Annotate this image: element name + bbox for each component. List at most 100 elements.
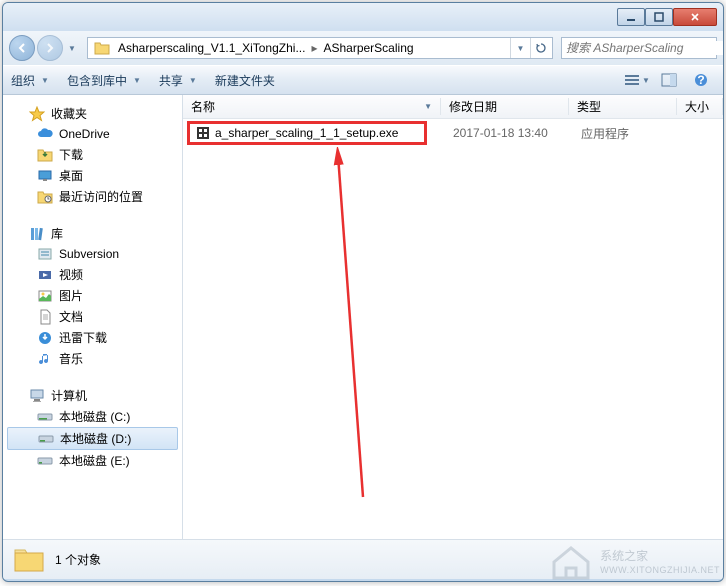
desktop-icon [37,168,53,184]
recent-icon [37,189,53,205]
xunlei-icon [37,330,53,346]
chevron-down-icon: ▼ [642,76,650,85]
sidebar-item-drive-e[interactable]: 本地磁盘 (E:) [3,450,182,471]
refresh-button[interactable] [530,38,550,58]
document-icon [37,309,53,325]
libraries-label: 库 [51,225,63,242]
sidebar-item-recent[interactable]: 最近访问的位置 [3,186,182,207]
sidebar-item-label: 文档 [59,308,83,325]
column-label: 名称 [191,98,215,115]
column-headers: 名称 ▼ 修改日期 类型 大小 [183,95,723,119]
sidebar-item-xunlei[interactable]: 迅雷下载 [3,327,182,348]
chevron-down-icon: ▼ [133,76,141,85]
sidebar-item-onedrive[interactable]: OneDrive [3,124,182,144]
nav-arrows: ▼ [9,35,79,61]
maximize-button[interactable] [645,8,673,26]
organize-menu[interactable]: 组织▼ [11,72,49,89]
toolbar: 组织▼ 包含到库中 ▼ 共享 ▼ 新建文件夹 ▼ ? [3,65,723,95]
breadcrumb-item[interactable]: ASharperScaling [319,41,417,55]
drive-icon [37,409,53,425]
file-type: 应用程序 [581,125,629,142]
sidebar-item-label: Subversion [59,247,119,261]
file-list-area: 名称 ▼ 修改日期 类型 大小 a_sharper_scaling_1_1_set… [183,95,723,539]
sidebar-item-label: 本地磁盘 (D:) [60,430,131,447]
body: 收藏夹 OneDrive 下载 桌面 最近访问的位置 库 Subversion … [3,95,723,539]
sidebar-item-desktop[interactable]: 桌面 [3,165,182,186]
include-label: 包含到库中 [67,72,127,89]
download-icon [37,147,53,163]
favorites-header[interactable]: 收藏夹 [3,103,182,124]
sidebar-item-label: 迅雷下载 [59,329,107,346]
exe-icon [195,125,211,141]
sidebar-item-label: 本地磁盘 (C:) [59,408,130,425]
sidebar-item-downloads[interactable]: 下载 [3,144,182,165]
close-button[interactable] [673,8,717,26]
search-input[interactable] [566,41,723,55]
column-date[interactable]: 修改日期 [441,98,569,115]
sidebar-item-pictures[interactable]: 图片 [3,285,182,306]
drive-icon [37,453,53,469]
chevron-right-icon[interactable]: ▸ [309,41,319,55]
breadcrumb-item[interactable]: Asharperscaling_V1.1_XiTongZhi... [114,41,309,55]
forward-button[interactable] [37,35,63,61]
file-date: 2017-01-18 13:40 [453,126,548,140]
annotation-arrow [333,147,373,507]
music-icon [37,351,53,367]
minimize-button[interactable] [617,8,645,26]
computer-label: 计算机 [51,387,87,404]
chevron-down-icon: ▼ [41,76,49,85]
file-row[interactable]: a_sharper_scaling_1_1_setup.exe 2017-01-… [183,123,723,143]
cloud-icon [37,126,53,142]
sidebar-item-music[interactable]: 音乐 [3,348,182,369]
include-library-menu[interactable]: 包含到库中 ▼ [67,72,141,89]
preview-pane-button[interactable] [655,69,683,91]
status-count: 1 个对象 [55,551,101,568]
explorer-window: ▼ Asharperscaling_V1.1_XiTongZhi... ▸ AS… [2,2,724,582]
sort-indicator: ▼ [424,102,432,111]
file-list[interactable]: a_sharper_scaling_1_1_setup.exe 2017-01-… [183,119,723,539]
libraries-header[interactable]: 库 [3,223,182,244]
sidebar-item-videos[interactable]: 视频 [3,264,182,285]
column-size[interactable]: 大小 [677,98,723,115]
address-dropdown[interactable]: ▼ [510,38,530,58]
sidebar-item-documents[interactable]: 文档 [3,306,182,327]
sidebar-item-drive-c[interactable]: 本地磁盘 (C:) [3,406,182,427]
favorites-label: 收藏夹 [51,105,87,122]
sidebar-item-label: OneDrive [59,127,110,141]
column-label: 类型 [577,98,601,115]
chevron-down-icon: ▼ [189,76,197,85]
library-icon [29,226,45,242]
column-type[interactable]: 类型 [569,98,677,115]
titlebar [3,3,723,31]
computer-header[interactable]: 计算机 [3,385,182,406]
navigation-row: ▼ Asharperscaling_V1.1_XiTongZhi... ▸ AS… [3,31,723,65]
drive-icon [38,431,54,447]
sidebar-item-label: 下载 [59,146,83,163]
sidebar-item-subversion[interactable]: Subversion [3,244,182,264]
column-label: 修改日期 [449,98,497,115]
status-bar: 1 个对象 [3,539,723,579]
navigation-pane: 收藏夹 OneDrive 下载 桌面 最近访问的位置 库 Subversion … [3,95,183,539]
star-icon [29,106,45,122]
breadcrumb: Asharperscaling_V1.1_XiTongZhi... ▸ ASha… [114,41,510,55]
sidebar-item-drive-d[interactable]: 本地磁盘 (D:) [7,427,178,450]
sidebar-item-label: 音乐 [59,350,83,367]
address-bar[interactable]: Asharperscaling_V1.1_XiTongZhi... ▸ ASha… [87,37,553,59]
folder-large-icon [13,544,45,576]
share-label: 共享 [159,72,183,89]
column-label: 大小 [685,98,709,115]
view-options-button[interactable]: ▼ [623,69,651,91]
computer-icon [29,388,45,404]
file-name: a_sharper_scaling_1_1_setup.exe [215,126,398,140]
svg-text:?: ? [697,73,704,87]
search-box[interactable] [561,37,717,59]
new-folder-button[interactable]: 新建文件夹 [215,72,275,89]
nav-history-dropdown[interactable]: ▼ [65,35,79,61]
help-button[interactable]: ? [687,69,715,91]
back-button[interactable] [9,35,35,61]
new-folder-label: 新建文件夹 [215,72,275,89]
sidebar-item-label: 最近访问的位置 [59,188,143,205]
column-name[interactable]: 名称 ▼ [183,98,441,115]
share-menu[interactable]: 共享 ▼ [159,72,197,89]
sidebar-item-label: 本地磁盘 (E:) [59,452,130,469]
